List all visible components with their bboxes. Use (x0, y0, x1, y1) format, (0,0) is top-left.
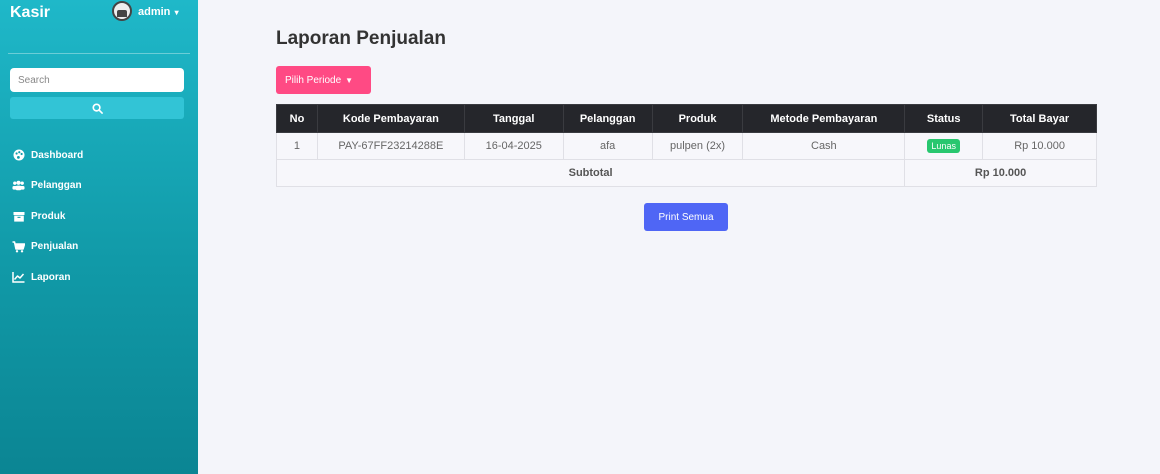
period-dropdown-button[interactable]: Pilih Periode ▼ (276, 66, 371, 94)
box-icon (12, 210, 25, 222)
search-button[interactable] (10, 97, 184, 119)
sidebar-item-label: Laporan (31, 271, 71, 283)
sidebar-item-label: Produk (31, 210, 66, 222)
table-row: 1 PAY-67FF23214288E 16-04-2025 afa pulpe… (276, 132, 1097, 160)
search-icon (91, 102, 103, 114)
status-badge: Lunas (927, 139, 960, 153)
cart-icon (12, 240, 25, 253)
chart-icon (12, 271, 25, 283)
print-all-button[interactable]: Print Semua (644, 203, 728, 231)
column-header-kode: Kode Pembayaran (316, 104, 465, 133)
user-icon (117, 9, 127, 17)
sidebar-item-label: Dashboard (31, 149, 84, 161)
column-header-metode: Metode Pembayaran (742, 104, 906, 133)
chevron-down-icon: ▼ (345, 75, 354, 85)
sidebar-item-dashboard[interactable]: Dashboard (0, 140, 198, 171)
sales-report-table: No Kode Pembayaran Tanggal Pelanggan Pro… (275, 104, 1097, 187)
sidebar-item-label: Penjualan (31, 241, 79, 253)
search-input[interactable] (10, 68, 184, 92)
cell-status: Lunas (904, 132, 984, 160)
cell-produk: pulpen (2x) (651, 132, 744, 160)
sidebar: Kasir admin ▾ Dashboard Pelanggan (0, 0, 198, 474)
subtotal-row: Subtotal Rp 10.000 (275, 159, 1097, 187)
column-header-total: Total Bayar (982, 104, 1097, 133)
page-title: Laporan Penjualan (276, 28, 446, 49)
palette-icon (12, 149, 25, 161)
cell-metode: Cash (742, 132, 906, 160)
user-menu[interactable]: admin ▾ (138, 6, 179, 18)
user-name: admin (138, 6, 171, 18)
column-header-produk: Produk (651, 104, 744, 133)
sidebar-item-produk[interactable]: Produk (0, 201, 198, 232)
avatar[interactable] (112, 1, 132, 21)
sidebar-item-laporan[interactable]: Laporan (0, 262, 198, 293)
sidebar-header: Kasir admin ▾ (0, 0, 198, 54)
sidebar-item-pelanggan[interactable]: Pelanggan (0, 171, 198, 202)
subtotal-value: Rp 10.000 (904, 159, 1097, 187)
column-header-pelanggan: Pelanggan (562, 104, 653, 133)
column-header-no: No (276, 104, 318, 133)
users-icon (12, 180, 25, 192)
subtotal-label: Subtotal (275, 159, 906, 187)
brand-logo[interactable]: Kasir (10, 4, 50, 22)
sidebar-nav: Dashboard Pelanggan Produk Penjualan Lap… (0, 140, 198, 293)
cell-kode: PAY-67FF23214288E (316, 132, 465, 160)
sidebar-item-label: Pelanggan (31, 180, 82, 192)
table-header-row: No Kode Pembayaran Tanggal Pelanggan Pro… (276, 104, 1097, 133)
chevron-down-icon: ▾ (172, 8, 179, 17)
period-button-label: Pilih Periode (285, 74, 342, 86)
sidebar-item-penjualan[interactable]: Penjualan (0, 232, 198, 263)
cell-no: 1 (276, 132, 318, 160)
column-header-status: Status (904, 104, 984, 133)
cell-tanggal: 16-04-2025 (463, 132, 564, 160)
column-header-tanggal: Tanggal (463, 104, 564, 133)
cell-pelanggan: afa (562, 132, 653, 160)
divider (8, 53, 190, 54)
cell-total: Rp 10.000 (982, 132, 1097, 160)
